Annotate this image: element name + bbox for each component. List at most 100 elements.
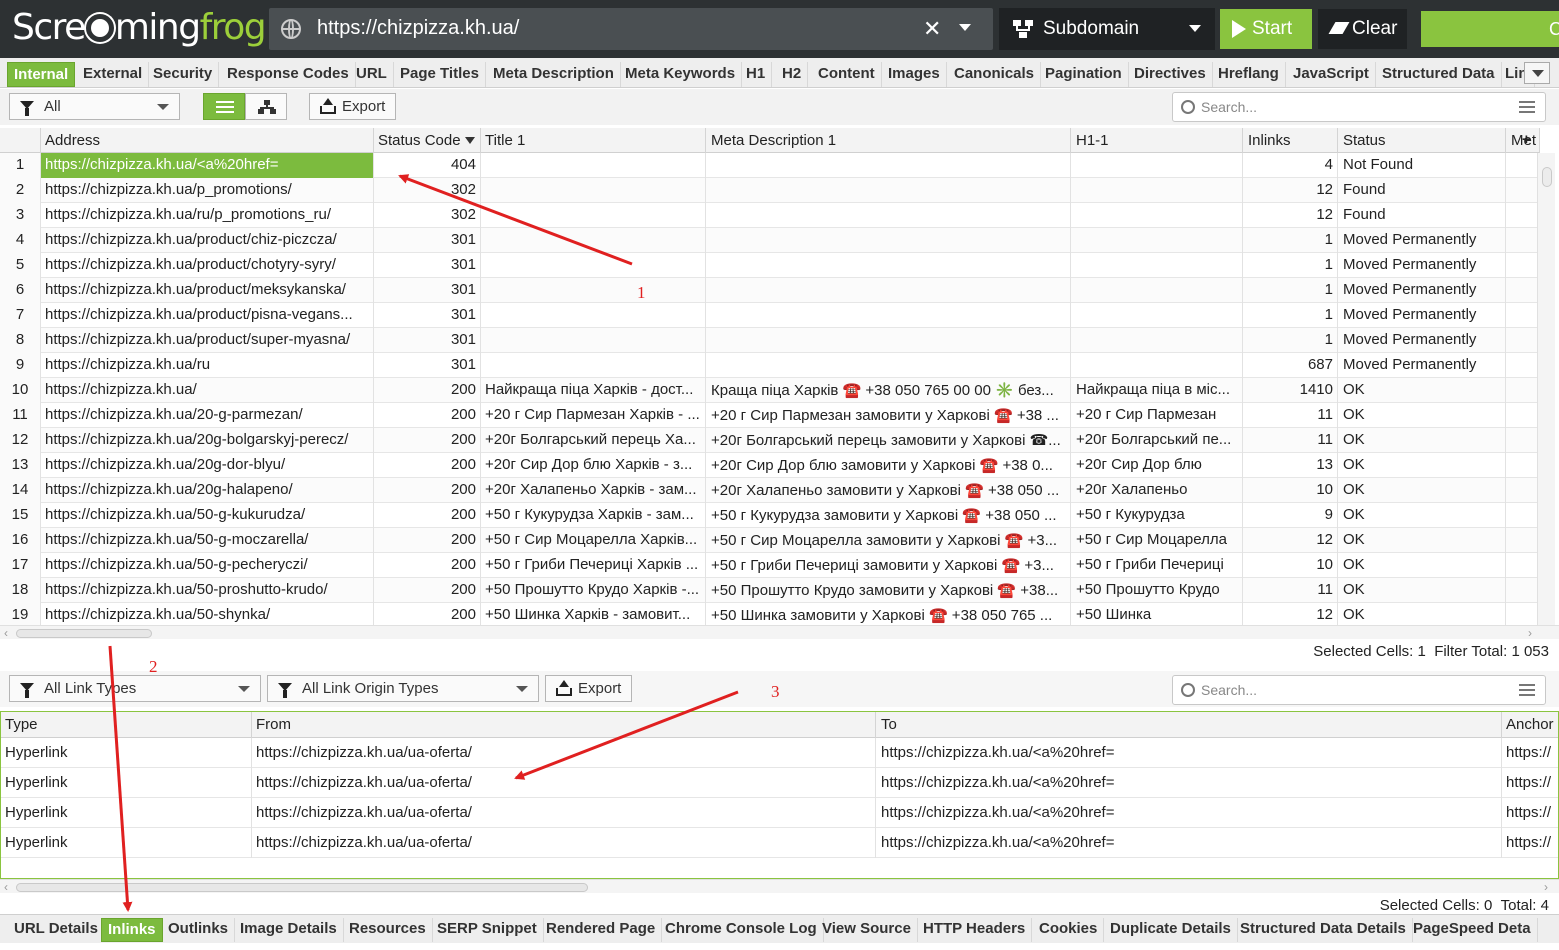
address-cell[interactable]: https://chizpizza.kh.ua/20g-bolgarskyj-p… — [41, 428, 374, 453]
meta-description-cell[interactable] — [707, 328, 1071, 353]
status-cell[interactable]: Moved Permanently — [1339, 353, 1506, 378]
row-number[interactable]: 8 — [0, 328, 41, 353]
column-header[interactable]: H1-1 — [1072, 128, 1243, 153]
meta-extra-cell[interactable] — [1507, 353, 1540, 378]
scroll-thumb[interactable] — [16, 883, 588, 892]
h1-cell[interactable] — [1072, 178, 1243, 203]
status-cell[interactable]: OK — [1339, 378, 1506, 403]
meta-extra-cell[interactable] — [1507, 453, 1540, 478]
tree-view-button[interactable] — [245, 93, 287, 120]
detail-tab-serp-snippet[interactable]: SERP Snippet — [431, 918, 544, 942]
meta-description-cell[interactable] — [707, 153, 1071, 178]
type-cell[interactable]: Hyperlink — [1, 768, 252, 798]
table-row[interactable]: Hyperlink https://chizpizza.kh.ua/ua-ofer… — [1, 768, 1558, 798]
column-header[interactable]: To — [877, 712, 1502, 738]
detail-tab-outlinks[interactable]: Outlinks — [162, 918, 236, 942]
status-code-cell[interactable]: 200 — [374, 453, 481, 478]
meta-description-cell[interactable] — [707, 178, 1071, 203]
row-number[interactable]: 7 — [0, 303, 41, 328]
column-header[interactable] — [0, 128, 41, 153]
row-number[interactable]: 16 — [0, 528, 41, 553]
horizontal-scrollbar[interactable]: ‹ › — [0, 625, 1559, 640]
title-cell[interactable] — [481, 228, 706, 253]
inlinks-cell[interactable]: 13 — [1244, 453, 1338, 478]
address-cell[interactable]: https://chizpizza.kh.ua/20g-halapeno/ — [41, 478, 374, 503]
title-cell[interactable] — [481, 253, 706, 278]
h1-cell[interactable]: +50 Шинка — [1072, 603, 1243, 625]
meta-extra-cell[interactable] — [1507, 378, 1540, 403]
meta-description-cell[interactable]: +50 г Гриби Печериці замовити у Харкові … — [707, 553, 1071, 578]
clear-url-icon[interactable]: ✕ — [923, 16, 941, 42]
status-code-cell[interactable]: 200 — [374, 478, 481, 503]
inlinks-cell[interactable]: 11 — [1244, 403, 1338, 428]
meta-extra-cell[interactable] — [1507, 178, 1540, 203]
search-input[interactable] — [1201, 97, 1501, 117]
row-number[interactable]: 1 — [0, 153, 41, 178]
table-row[interactable]: 11 https://chizpizza.kh.ua/20-g-parmezan/… — [0, 403, 1540, 428]
table-row[interactable]: 19 https://chizpizza.kh.ua/50-shynka/200 +… — [0, 603, 1540, 625]
status-cell[interactable]: OK — [1339, 553, 1506, 578]
tab-structured-data[interactable]: Structured Data — [1376, 62, 1502, 87]
meta-description-cell[interactable] — [707, 228, 1071, 253]
to-cell[interactable]: https://chizpizza.kh.ua/<a%20href= — [877, 738, 1502, 768]
lower-export-button[interactable]: Export — [545, 675, 632, 702]
status-cell[interactable]: OK — [1339, 578, 1506, 603]
from-cell[interactable]: https://chizpizza.kh.ua/ua-oferta/ — [252, 828, 876, 858]
status-cell[interactable]: Moved Permanently — [1339, 228, 1506, 253]
address-cell[interactable]: https://chizpizza.kh.ua/<a%20href= — [41, 153, 374, 178]
status-code-cell[interactable]: 301 — [374, 228, 481, 253]
status-code-cell[interactable]: 200 — [374, 603, 481, 625]
address-cell[interactable]: https://chizpizza.kh.ua/20g-dor-blyu/ — [41, 453, 374, 478]
detail-tab-chrome-console-log[interactable]: Chrome Console Log — [659, 918, 824, 942]
detail-tab-cookies[interactable]: Cookies — [1033, 918, 1105, 942]
status-code-cell[interactable]: 404 — [374, 153, 481, 178]
meta-extra-cell[interactable] — [1507, 553, 1540, 578]
table-row[interactable]: Hyperlink https://chizpizza.kh.ua/ua-ofer… — [1, 738, 1558, 768]
inlinks-cell[interactable]: 1 — [1244, 228, 1338, 253]
title-cell[interactable] — [481, 328, 706, 353]
h1-cell[interactable]: +50 Прошутто Крудо — [1072, 578, 1243, 603]
detail-tab-url-details[interactable]: URL Details — [8, 918, 105, 942]
detail-tab-view-source[interactable]: View Source — [816, 918, 918, 942]
meta-description-cell[interactable]: +50 г Кукурудза замовити у Харкові ☎️ +3… — [707, 503, 1071, 528]
status-code-cell[interactable]: 301 — [374, 353, 481, 378]
row-number[interactable]: 19 — [0, 603, 41, 625]
h1-cell[interactable] — [1072, 203, 1243, 228]
tab-response-codes[interactable]: Response Codes — [221, 62, 356, 87]
address-cell[interactable]: https://chizpizza.kh.ua/50-g-pecheryczi/ — [41, 553, 374, 578]
meta-description-cell[interactable] — [707, 353, 1071, 378]
link-origin-dropdown[interactable]: All Link Origin Types — [267, 675, 539, 702]
tab-directives[interactable]: Directives — [1128, 62, 1213, 87]
h1-cell[interactable]: +20г Болгарський пе... — [1072, 428, 1243, 453]
tab-pagination[interactable]: Pagination — [1039, 62, 1129, 87]
clear-button[interactable]: Clear — [1318, 9, 1407, 49]
tab-javascript[interactable]: JavaScript — [1287, 62, 1376, 87]
row-number[interactable]: 12 — [0, 428, 41, 453]
status-code-cell[interactable]: 200 — [374, 428, 481, 453]
inlinks-cell[interactable]: 1 — [1244, 328, 1338, 353]
address-cell[interactable]: https://chizpizza.kh.ua/product/pisna-ve… — [41, 303, 374, 328]
tab-overflow-button[interactable] — [1524, 62, 1550, 84]
to-cell[interactable]: https://chizpizza.kh.ua/<a%20href= — [877, 828, 1502, 858]
detail-tab-inlinks[interactable]: Inlinks — [101, 918, 163, 942]
table-row[interactable]: 4 https://chizpizza.kh.ua/product/chiz-pi… — [0, 228, 1540, 253]
table-row[interactable]: 14 https://chizpizza.kh.ua/20g-halapeno/2… — [0, 478, 1540, 503]
table-row[interactable]: Hyperlink https://chizpizza.kh.ua/ua-ofer… — [1, 798, 1558, 828]
tab-meta-keywords[interactable]: Meta Keywords — [619, 62, 743, 87]
meta-extra-cell[interactable] — [1507, 278, 1540, 303]
meta-extra-cell[interactable] — [1507, 578, 1540, 603]
status-cell[interactable]: Moved Permanently — [1339, 303, 1506, 328]
tab-external[interactable]: External — [77, 62, 150, 87]
title-cell[interactable] — [481, 303, 706, 328]
table-row[interactable]: 9 https://chizpizza.kh.ua/ru 301 687 Moved P… — [0, 353, 1540, 378]
status-cell[interactable]: OK — [1339, 403, 1506, 428]
anchor-cell[interactable]: https:// — [1502, 798, 1558, 828]
address-cell[interactable]: https://chizpizza.kh.ua/ru/p_promotions_… — [41, 203, 374, 228]
column-header[interactable]: Type — [1, 712, 252, 738]
address-cell[interactable]: https://chizpizza.kh.ua/ru — [41, 353, 374, 378]
table-row[interactable]: 10 https://chizpizza.kh.ua/200 Найкраща пі… — [0, 378, 1540, 403]
anchor-cell[interactable]: https:// — [1502, 828, 1558, 858]
inlinks-cell[interactable]: 687 — [1244, 353, 1338, 378]
column-header[interactable]: Inlinks — [1244, 128, 1338, 153]
h1-cell[interactable] — [1072, 353, 1243, 378]
